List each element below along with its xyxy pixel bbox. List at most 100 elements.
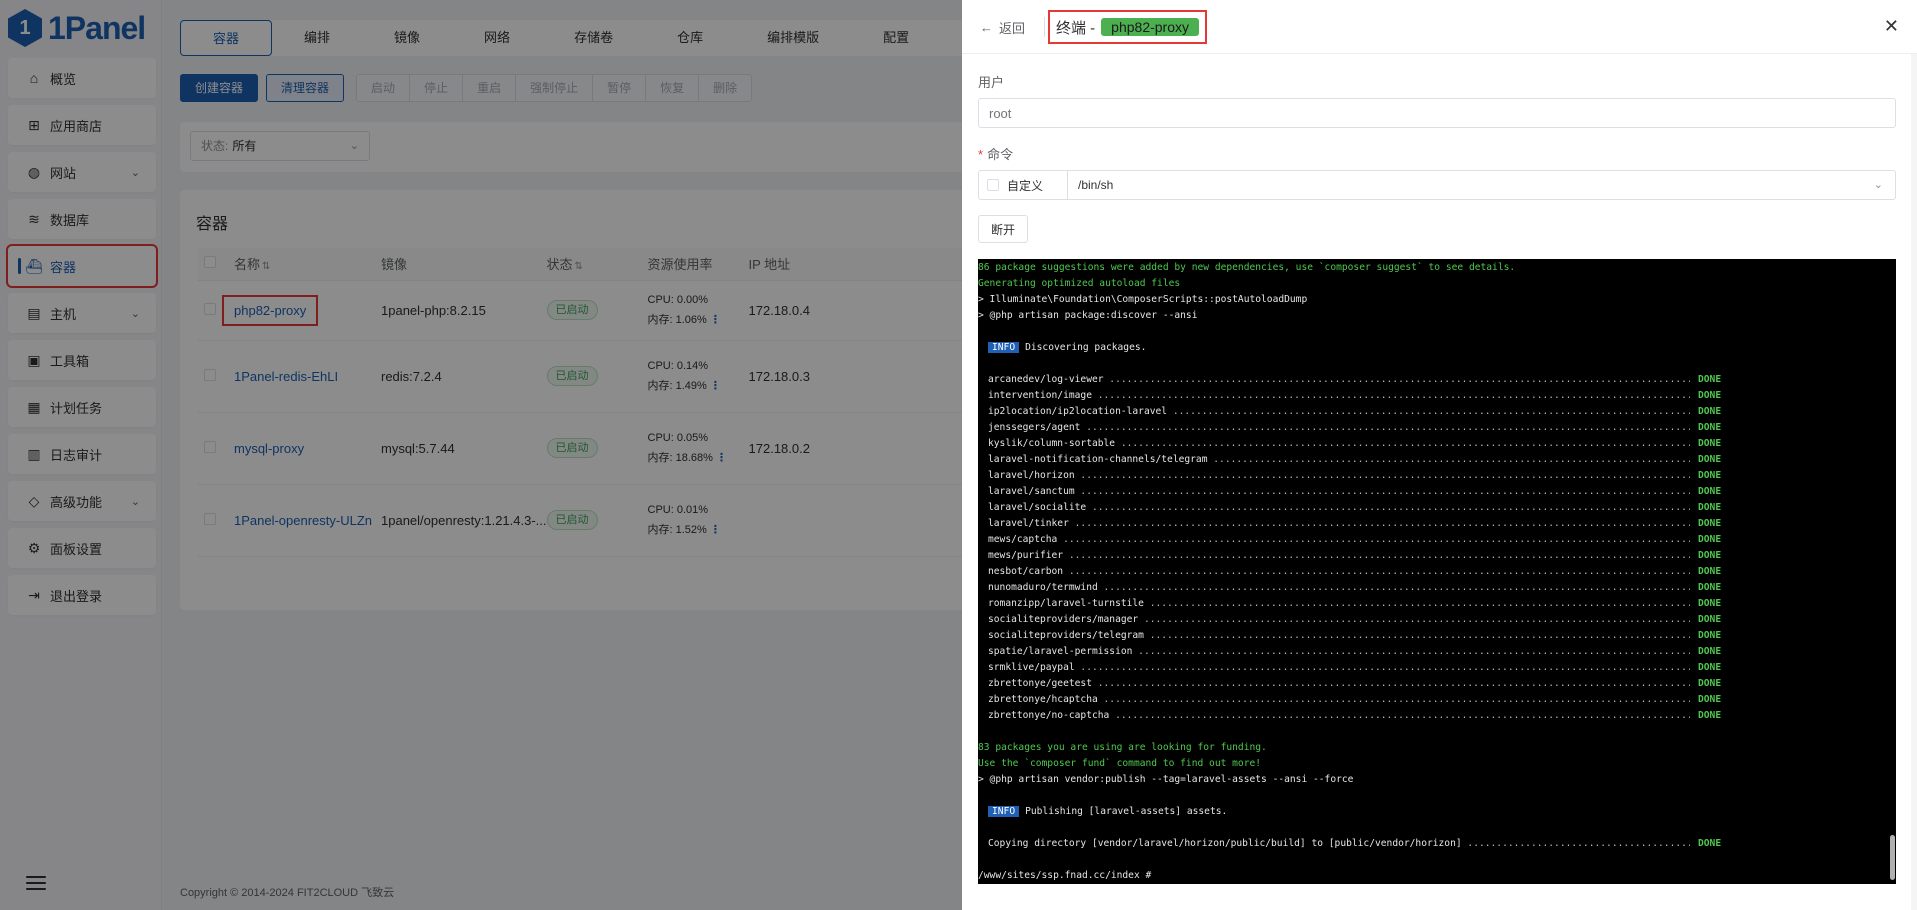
disconnect-button[interactable]: 断开: [978, 215, 1029, 243]
sidebar-item-2[interactable]: ◍ 网站 ⌄: [8, 152, 156, 192]
terminal-line: intervention/image .....................…: [988, 390, 1722, 401]
container-name-link[interactable]: mysql-proxy: [234, 441, 304, 456]
name-cell: 1Panel-openresty-ULZn: [234, 484, 381, 557]
close-icon[interactable]: ✕: [1884, 16, 1899, 37]
sidebar-item-label: 退出登录: [50, 588, 103, 604]
sidebar-item-0[interactable]: ⌂ 概览: [8, 58, 156, 98]
status-filter-select[interactable]: 状态: 所有 ⌄: [190, 131, 370, 161]
sidebar-item-7[interactable]: ▦ 计划任务: [8, 387, 156, 427]
terminal-line: > Illuminate\Foundation\ComposerScripts:…: [978, 294, 1308, 305]
batch-action-button-3[interactable]: 强制停止: [515, 74, 594, 102]
tab-4[interactable]: 存储卷: [542, 20, 645, 56]
sidebar-item-label: 网站: [50, 165, 77, 181]
tab-7[interactable]: 配置: [851, 20, 941, 56]
tab-1[interactable]: 编排: [272, 20, 362, 56]
user-label: 用户: [978, 75, 1005, 90]
sidebar-item-label: 面板设置: [50, 541, 103, 557]
user-input[interactable]: [978, 98, 1896, 128]
chevron-down-icon: ⌄: [130, 495, 140, 508]
info-badge: INFO: [988, 806, 1020, 817]
clean-containers-button[interactable]: 清理容器: [266, 74, 345, 102]
row-checkbox[interactable]: [204, 368, 216, 381]
create-container-button[interactable]: 创建容器: [180, 74, 259, 102]
terminal-line: > @php artisan vendor:publish --tag=lara…: [978, 774, 1354, 785]
batch-action-button-5[interactable]: 恢复: [645, 74, 700, 102]
col-resource: 资源使用率: [647, 248, 749, 281]
batch-action-button-2[interactable]: 重启: [462, 74, 517, 102]
container-name-link[interactable]: 1Panel-redis-EhLI: [234, 369, 338, 384]
server-icon: ▤: [27, 304, 41, 321]
select-all-checkbox[interactable]: [204, 256, 216, 269]
collapse-menu-icon[interactable]: [26, 876, 46, 892]
terminal-line: 86 package suggestions were added by new…: [978, 262, 1516, 273]
container-name-link[interactable]: 1Panel-openresty-ULZn: [234, 513, 372, 528]
drawer-title: 终端 - php82-proxy: [1048, 10, 1207, 44]
status-cell: 已启动: [546, 412, 648, 485]
globe-icon: ◍: [27, 163, 41, 180]
toolbox-icon: ▣: [27, 351, 41, 368]
cpu-usage: CPU: 0.14%: [647, 360, 709, 372]
sidebar-item-5[interactable]: ▤ 主机 ⌄: [8, 293, 156, 333]
logo-badge-icon: 1: [8, 9, 42, 47]
sidebar-item-3[interactable]: ≋ 数据库: [8, 199, 156, 239]
more-vertical-icon[interactable]: ⋮: [716, 452, 727, 464]
sidebar-item-10[interactable]: ⚙ 面板设置: [8, 528, 156, 568]
terminal-line: nesbot/carbon ..........................…: [988, 566, 1722, 577]
drawer-scrollbar[interactable]: [1911, 54, 1917, 910]
tab-6[interactable]: 编排模版: [735, 20, 851, 56]
col-status[interactable]: 状态 ⇅: [546, 248, 648, 281]
terminal-output[interactable]: 86 package suggestions were added by new…: [978, 259, 1896, 884]
logo[interactable]: 1 1Panel: [8, 8, 146, 48]
tab-0[interactable]: 容器: [180, 20, 273, 56]
active-indicator: [18, 258, 21, 274]
home-icon: ⌂: [29, 70, 39, 86]
terminal-line: ip2location/ip2location-laravel ........…: [988, 406, 1722, 417]
sidebar-item-label: 数据库: [50, 212, 90, 228]
sidebar-item-9[interactable]: ◇ 高级功能 ⌄: [8, 481, 156, 521]
tab-2[interactable]: 镜像: [362, 20, 452, 56]
col-name[interactable]: 名称 ⇅: [234, 248, 381, 281]
terminal-line: laravel-notification-channels/telegram .…: [988, 454, 1722, 465]
resource-cell: CPU: 0.14% 内存: 1.49% ⋮: [647, 340, 749, 413]
gear-icon: ⚙: [27, 539, 41, 556]
sidebar-item-8[interactable]: ▥ 日志审计: [8, 434, 156, 474]
row-checkbox[interactable]: [204, 512, 216, 525]
toolbar: 创建容器 清理容器 启动 停止 重启 强制停止 暂停 恢复 删除: [180, 74, 753, 102]
checkbox[interactable]: [987, 179, 999, 191]
sidebar-item-1[interactable]: ⊞ 应用商店: [8, 105, 156, 145]
command-select[interactable]: /bin/sh ⌄: [1067, 170, 1896, 200]
more-vertical-icon[interactable]: ⋮: [710, 380, 721, 392]
sort-icon: ⇅: [574, 261, 583, 273]
batch-action-button-6[interactable]: 删除: [698, 74, 753, 102]
select-all-cell: [198, 248, 234, 281]
back-button[interactable]: ← 返回: [980, 18, 1025, 37]
more-vertical-icon[interactable]: ⋮: [710, 314, 721, 326]
terminal-line: srmklive/paypal ........................…: [988, 662, 1722, 673]
batch-action-button-4[interactable]: 暂停: [592, 74, 647, 102]
batch-action-button-1[interactable]: 停止: [409, 74, 464, 102]
tab-3[interactable]: 网络: [452, 20, 542, 56]
tab-5[interactable]: 仓库: [645, 20, 735, 56]
sidebar-item-6[interactable]: ▣ 工具箱: [8, 340, 156, 380]
more-vertical-icon[interactable]: ⋮: [710, 524, 721, 536]
sidebar-item-4[interactable]: ⛴ 容器: [6, 244, 158, 288]
terminal-line: INFO Publishing [laravel-assets] assets.: [978, 804, 1896, 820]
name-cell: mysql-proxy: [234, 412, 381, 485]
terminal-scrollbar[interactable]: [1890, 835, 1895, 880]
sidebar-item-11[interactable]: ⇥ 退出登录: [8, 575, 156, 615]
container-name-link[interactable]: php82-proxy: [221, 294, 319, 326]
row-select-cell: [198, 484, 234, 557]
resource-cell: CPU: 0.00% 内存: 1.06% ⋮: [647, 280, 749, 341]
batch-action-button-0[interactable]: 启动: [356, 74, 411, 102]
image-cell: 1panel/openresty:1.21.4.3-...: [381, 484, 547, 557]
terminal-line: laravel/horizon ........................…: [988, 470, 1722, 481]
chevron-down-icon: ⌄: [349, 140, 359, 152]
status-badge: 已启动: [546, 300, 598, 320]
sidebar-item-label: 应用商店: [50, 118, 103, 134]
resource-cell: CPU: 0.01% 内存: 1.52% ⋮: [647, 484, 749, 557]
cpu-usage: CPU: 0.00%: [647, 294, 709, 306]
custom-command-checkbox[interactable]: 自定义: [978, 170, 1068, 200]
row-checkbox[interactable]: [204, 440, 216, 453]
row-checkbox[interactable]: [204, 302, 216, 315]
